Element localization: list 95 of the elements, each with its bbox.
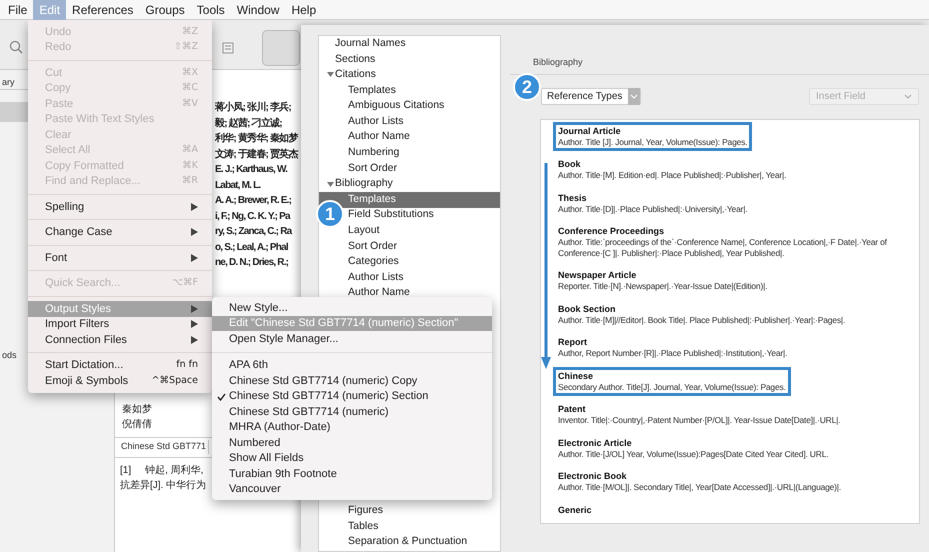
template-text: Author. Title:`proceedings of the`·Conference Name|, Conference Location|,·F Date|.·Year of Conference·[C ]|. Publisher|:·Place Published|, Year Published|.	[558, 237, 888, 258]
author-cell: 文涛; 于建春; 贾英杰	[215, 148, 298, 160]
tree-item[interactable]: Templates	[319, 192, 500, 208]
submenu-arrow-icon	[191, 254, 198, 262]
menu-item[interactable]: MHRA (Author-Date)	[229, 419, 330, 436]
menu-bar-item[interactable]: Groups	[139, 0, 191, 20]
author-cell: Labat, M. L.	[215, 180, 260, 190]
author-cell: 毅; 赵茜; 刁立诚;	[215, 118, 282, 128]
menu-item[interactable]: Numbered	[229, 434, 280, 451]
disclosure-triangle-icon[interactable]	[327, 71, 334, 78]
menu-item[interactable]: Start Dictation... fn fn	[28, 358, 212, 373]
tree-item[interactable]: Bibliography	[335, 176, 393, 192]
menu-item[interactable]: Spelling	[28, 199, 212, 214]
tree-item[interactable]: Separation & Punctuation	[348, 534, 468, 550]
author-cell: 利华; 黄秀华; 秦如梦	[215, 133, 298, 144]
reference-type-name: Chinese	[558, 370, 594, 382]
template-text: Author. Title·[M]|//Editor|. Book Title|. Place Published|:·Publisher|.·Year|:·Pages|.	[558, 314, 846, 325]
menu-item[interactable]: Vancouver	[229, 481, 281, 498]
menu-item[interactable]: Change Case	[28, 224, 212, 240]
template-text: Reporter. Title·[N].·Newspaper|.·Year-Issue Date|(Edition)|.	[558, 281, 768, 292]
menu-item[interactable]: Font	[28, 250, 212, 266]
template-text: Inventor. Title|:·Country|,·Patent Number·[P/OL]|. Year-Issue Date[Date]|.·URL|.	[558, 415, 840, 426]
author-cell: i, F.; Ng, C. K. Y.; Pa	[215, 210, 290, 222]
template-text: Secondary Author. Title[J]. Journal, Year, Volume(Issue): Pages.	[558, 382, 786, 392]
menu-bar-item[interactable]: Help	[285, 0, 322, 20]
menu-item[interactable]: Open Style Manager...	[212, 331, 492, 346]
menu-item[interactable]: Show All Fields	[229, 450, 304, 466]
tree-item[interactable]: Templates	[348, 82, 396, 98]
author-cell: 秦如梦	[122, 404, 152, 414]
reference-type-name: Conference Proceedings	[558, 226, 666, 237]
tree-item[interactable]: Sort Order	[348, 238, 398, 254]
menu-item[interactable]: APA 6th	[229, 357, 268, 374]
tree-item[interactable]: Author Lists	[348, 270, 404, 286]
menu-item[interactable]: Import Filters	[28, 316, 212, 332]
template-text: Author. Title·[J/OL] Year, Volume(Issue):Pages[Date Cited Year Cited]. URL.	[558, 448, 828, 459]
tree-item[interactable]: Tables	[348, 518, 378, 534]
tree-item[interactable]: Categories	[348, 254, 399, 270]
submenu-arrow-icon	[191, 202, 198, 211]
menu-item[interactable]: Emoji & Symbols ^⌘Space	[28, 373, 212, 388]
tree-item[interactable]: Figures	[348, 503, 384, 519]
author-cell: ry, S.; Zanca, C.; Ra	[215, 226, 292, 237]
tree-item[interactable]: Sort Order	[348, 160, 398, 176]
menu-item[interactable]: Turabian 9th Footnote	[229, 466, 337, 482]
template-text: Author. Title·[M/OL]|. Secondary Title|, Year[Date Accessed]|.·URL|(Language)|.	[558, 482, 841, 492]
toolbar-button[interactable]	[262, 30, 300, 66]
tree-item[interactable]: Journal Names	[335, 36, 406, 52]
preview-text: 钟起, 周利华,	[145, 464, 204, 478]
reference-type-name: Book	[558, 159, 582, 170]
author-cell: A. A.; Brewer, R. E.;	[215, 195, 292, 206]
template-text: Author. Title·[D]|.·Place Published|:·University|,·Year|.	[558, 204, 748, 214]
reference-type-name: Journal Article	[558, 126, 622, 136]
author-cell: o, S.; Leal, A.; Phal	[215, 242, 288, 252]
preview-text: 抗差异[J]. 中华行为	[120, 478, 206, 492]
menu-item[interactable]: Chinese Std GBT7714 (numeric) Copy	[229, 372, 418, 389]
menu-bar-item[interactable]: Tools	[190, 0, 231, 20]
template-text: Author. Title·[M]. Edition·ed|. Place Published|:·Publisher|, Year|.	[558, 170, 786, 180]
reference-types-dropdown[interactable]: Reference Types	[541, 88, 642, 104]
tree-item[interactable]: Author Name	[348, 285, 410, 302]
tree-item[interactable]: Author Lists	[348, 114, 404, 130]
reference-type-name: Newspaper Article	[558, 270, 638, 281]
author-cell: 蒋小凤; 张川; 李兵;	[215, 102, 291, 113]
menu-bar-item[interactable]: Window	[230, 0, 286, 20]
menu-item[interactable]: New Style...	[212, 300, 492, 316]
reference-type-name: Generic	[558, 504, 592, 516]
tree-item[interactable]: Citations	[335, 67, 376, 83]
reference-type-name: Report	[558, 337, 588, 348]
tree-item[interactable]: Sections	[335, 52, 376, 68]
reference-type-name: Electronic Book	[558, 471, 628, 482]
tree-item[interactable]: Author Name	[348, 129, 410, 146]
menu-item[interactable]: Chinese Std GBT7714 (numeric)	[229, 404, 389, 420]
menu-bar-item[interactable]: References	[66, 0, 140, 20]
tree-item[interactable]: Layout	[348, 223, 380, 239]
disclosure-triangle-icon[interactable]	[327, 180, 334, 188]
menu-item[interactable]: Connection Files	[28, 332, 212, 348]
tree-item[interactable]: Field Substitutions	[348, 207, 434, 224]
author-cell: 倪倩倩	[122, 419, 152, 430]
chevron-down-icon	[904, 94, 912, 98]
reference-type-name: Electronic Article	[558, 438, 633, 448]
author-cell: E. J.; Karthaus, W.	[215, 164, 288, 175]
style-selector[interactable]: Chinese Std GBT771	[121, 440, 210, 454]
section-title: Bibliography	[533, 56, 583, 69]
document-icon[interactable]	[221, 41, 235, 55]
tree-item[interactable]: Numbering	[348, 145, 400, 161]
reference-type-name: Thesis	[558, 192, 588, 204]
tree-item[interactable]: Ambiguous Citations	[348, 98, 444, 114]
author-cell: ne, D. N.; Dries, R.;	[215, 257, 288, 268]
menu-bar-item[interactable]: File	[2, 0, 34, 20]
submenu-arrow-icon	[191, 228, 198, 236]
template-text: Author. Title [J]. Journal, Year, Volume(Issue): Pages.	[558, 136, 748, 147]
reference-type-name: Book Section	[558, 304, 617, 314]
menu-item[interactable]: Chinese Std GBT7714 (numeric) Section	[229, 388, 428, 404]
template-text: Author, Report Number·[R]|.·Place Published|:·Institution|,·Year|.	[558, 348, 788, 358]
search-icon[interactable]	[9, 40, 23, 54]
reference-type-name: Patent	[558, 404, 587, 415]
reference-number: [1]	[120, 464, 132, 478]
